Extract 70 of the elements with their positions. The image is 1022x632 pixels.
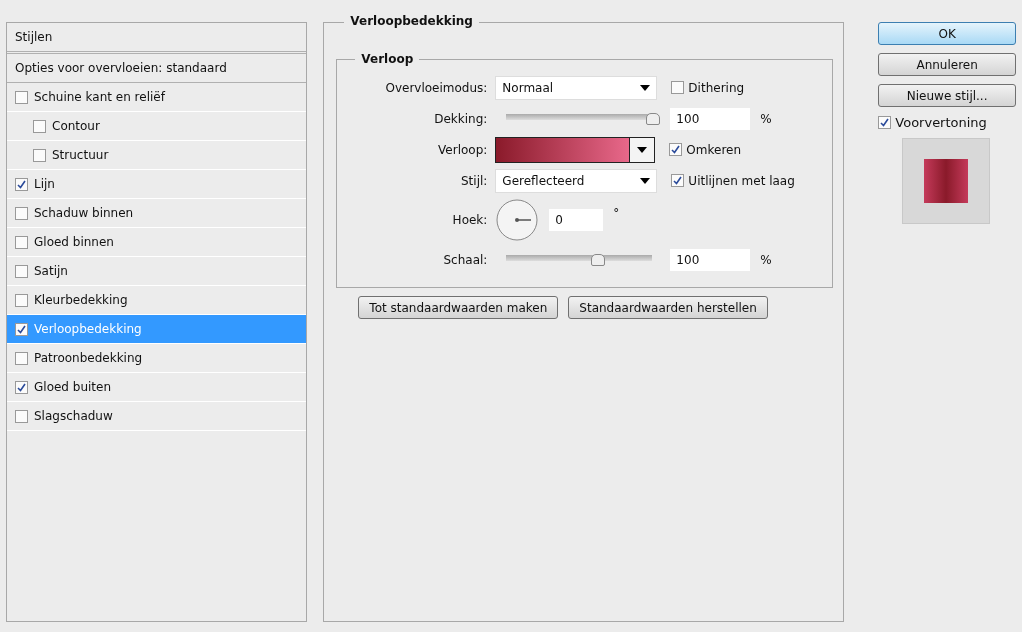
- style-list-item[interactable]: Contour: [7, 112, 307, 141]
- checkbox[interactable]: [33, 119, 46, 133]
- group-title: Verloop: [360, 52, 415, 66]
- number-field[interactable]: 0: [549, 209, 604, 231]
- checkbox[interactable]: [15, 351, 28, 365]
- checkbox[interactable]: [15, 235, 28, 249]
- item-label: Structuur: [52, 148, 109, 162]
- field-label: Verloop:: [437, 142, 489, 157]
- style-list-item[interactable]: Schuine kant en reliëf: [7, 83, 307, 112]
- checkbox[interactable]: [15, 90, 28, 104]
- item-label: Satijn: [34, 264, 68, 278]
- checkbox[interactable]: [15, 264, 28, 278]
- item-label: Slagschaduw: [34, 409, 113, 423]
- style-list-item[interactable]: Schaduw binnen: [7, 199, 307, 228]
- item-label: Kleurbedekking: [34, 293, 128, 307]
- checkbox[interactable]: [15, 380, 28, 394]
- blending-options-item[interactable]: Opties voor overvloeien: standaard: [7, 54, 307, 83]
- section-title: Verloopbedekking: [344, 14, 479, 28]
- style-list-item[interactable]: Patroonbedekking: [7, 344, 307, 373]
- checkbox[interactable]: [671, 81, 685, 94]
- checkbox-label: Omkeren: [686, 142, 742, 157]
- defaults-button[interactable]: Standaardwaarden herstellen: [568, 296, 768, 319]
- checkbox-label: Dithering: [688, 80, 745, 95]
- checkbox[interactable]: [878, 116, 892, 129]
- preview-swatch: [924, 159, 969, 203]
- gradient-picker[interactable]: [495, 136, 656, 163]
- unit-label: %: [760, 252, 772, 267]
- unit-label: %: [760, 111, 772, 126]
- checkbox-label: Uitlijnen met laag: [688, 173, 795, 188]
- style-list-item[interactable]: Slagschaduw: [7, 402, 307, 431]
- angle-dial[interactable]: [495, 198, 540, 242]
- checkbox[interactable]: [15, 409, 28, 423]
- item-label: Lijn: [34, 177, 55, 191]
- field-label: Hoek:: [451, 213, 489, 227]
- blend-mode-dropdown[interactable]: Normaal: [495, 75, 658, 100]
- defaults-button[interactable]: Tot standaardwaarden maken: [358, 296, 559, 319]
- slider-thumb[interactable]: [646, 112, 661, 125]
- field-label: Schaal:: [442, 252, 489, 267]
- slider-thumb[interactable]: [590, 253, 605, 266]
- style-list-item[interactable]: Structuur: [7, 141, 307, 170]
- panel-header: Stijlen: [7, 23, 307, 54]
- unit-label: °: [613, 206, 620, 220]
- checkbox[interactable]: [671, 174, 685, 187]
- field-label: Dekking:: [433, 111, 489, 126]
- checkbox[interactable]: [15, 177, 28, 191]
- item-label: Verloopbedekking: [34, 322, 142, 336]
- item-label: Schaduw binnen: [34, 206, 134, 220]
- number-field[interactable]: 100: [670, 107, 751, 130]
- dialog-button[interactable]: Annuleren: [878, 53, 1016, 76]
- checkbox[interactable]: [15, 322, 28, 336]
- dialog-button[interactable]: Nieuwe stijl...: [878, 84, 1016, 107]
- number-field[interactable]: 100: [670, 248, 751, 271]
- dialog-button[interactable]: OK: [878, 22, 1016, 45]
- item-label: Patroonbedekking: [34, 351, 143, 365]
- checkbox[interactable]: [15, 293, 28, 307]
- field-label: Stijl:: [460, 173, 489, 188]
- checkbox[interactable]: [15, 206, 28, 220]
- item-label: Gloed binnen: [34, 235, 114, 249]
- checkbox[interactable]: [33, 148, 46, 162]
- item-label: Contour: [52, 119, 100, 133]
- style-list-item[interactable]: Lijn: [7, 170, 307, 199]
- item-label: Gloed buiten: [34, 380, 112, 394]
- style-list-item[interactable]: Satijn: [7, 257, 307, 286]
- style-list-item[interactable]: Gloed buiten: [7, 373, 307, 402]
- checkbox[interactable]: [669, 143, 683, 156]
- item-label: Schuine kant en reliëf: [34, 90, 165, 104]
- field-label: Overvloeimodus:: [384, 80, 489, 95]
- style-list-item[interactable]: Gloed binnen: [7, 228, 307, 257]
- style-dropdown[interactable]: Gereflecteerd: [495, 168, 658, 193]
- checkbox-label: Voorvertoning: [895, 115, 987, 130]
